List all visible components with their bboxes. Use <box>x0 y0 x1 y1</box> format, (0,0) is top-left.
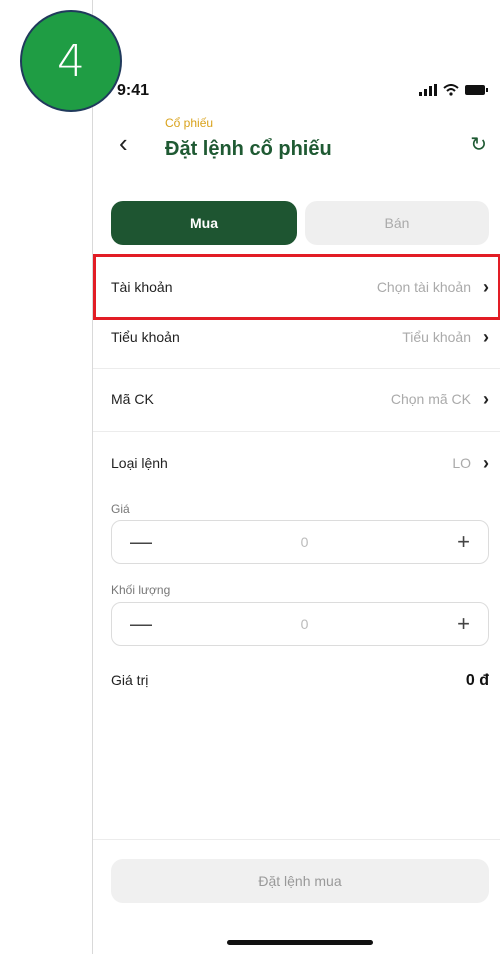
chevron-right-icon: › <box>483 276 489 297</box>
account-label: Tài khoản <box>111 279 173 295</box>
total-value: 0 đ <box>465 672 489 689</box>
page-subtitle: Cổ phiếu <box>165 116 214 130</box>
divider <box>93 368 500 369</box>
signal-icon <box>419 84 437 96</box>
symbol-label: Mã CK <box>111 391 154 407</box>
status-time: 9:41 <box>117 82 150 99</box>
subaccount-label: Tiểu khoản <box>111 329 180 345</box>
order-type-label: Loại lệnh <box>111 455 168 471</box>
price-label: Giá <box>111 502 130 516</box>
plus-icon[interactable]: + <box>457 611 470 637</box>
quantity-input[interactable]: 0 <box>301 616 309 632</box>
battery-icon <box>465 85 488 95</box>
step-number-badge: 4 <box>20 10 122 112</box>
subaccount-row[interactable]: Tiểu khoản Tiểu khoản › <box>111 326 489 348</box>
chevron-left-icon[interactable]: ‹ <box>119 128 128 159</box>
price-stepper[interactable]: — 0 + <box>111 520 489 564</box>
minus-icon[interactable]: — <box>130 611 152 637</box>
symbol-value: Chọn mã CK <box>390 391 471 407</box>
page-title: Đặt lệnh cổ phiếu <box>165 138 332 160</box>
phone-screen: 9:41 ‹ Cổ phiếu Đặt lệnh cổ phiếu ↻ Mua … <box>92 0 500 954</box>
quantity-stepper[interactable]: — 0 + <box>111 602 489 646</box>
order-type-value: LO <box>452 455 471 471</box>
order-type-row[interactable]: Loại lệnh LO › <box>111 452 489 474</box>
chevron-right-icon: › <box>483 452 489 473</box>
total-row: Giá trị 0 đ <box>111 672 489 690</box>
account-value: Chọn tài khoản <box>376 279 471 295</box>
submit-order-button[interactable]: Đặt lệnh mua <box>111 859 489 903</box>
subaccount-value: Tiểu khoản <box>402 329 471 345</box>
divider <box>93 431 500 432</box>
price-input[interactable]: 0 <box>301 534 309 550</box>
divider <box>93 839 500 840</box>
tab-buy[interactable]: Mua <box>111 201 297 245</box>
refresh-icon[interactable]: ↻ <box>470 132 487 157</box>
tab-sell[interactable]: Bán <box>305 201 489 245</box>
minus-icon[interactable]: — <box>130 529 152 555</box>
home-indicator <box>227 940 373 945</box>
wifi-icon <box>443 84 459 96</box>
symbol-row[interactable]: Mã CK Chọn mã CK › <box>111 388 489 410</box>
plus-icon[interactable]: + <box>457 529 470 555</box>
total-label: Giá trị <box>111 672 149 688</box>
account-row[interactable]: Tài khoản Chọn tài khoản › <box>111 276 489 298</box>
chevron-right-icon: › <box>483 388 489 409</box>
chevron-right-icon: › <box>483 326 489 347</box>
status-bar: 9:41 <box>93 82 500 106</box>
status-icons <box>419 84 489 96</box>
quantity-label: Khối lượng <box>111 583 171 597</box>
